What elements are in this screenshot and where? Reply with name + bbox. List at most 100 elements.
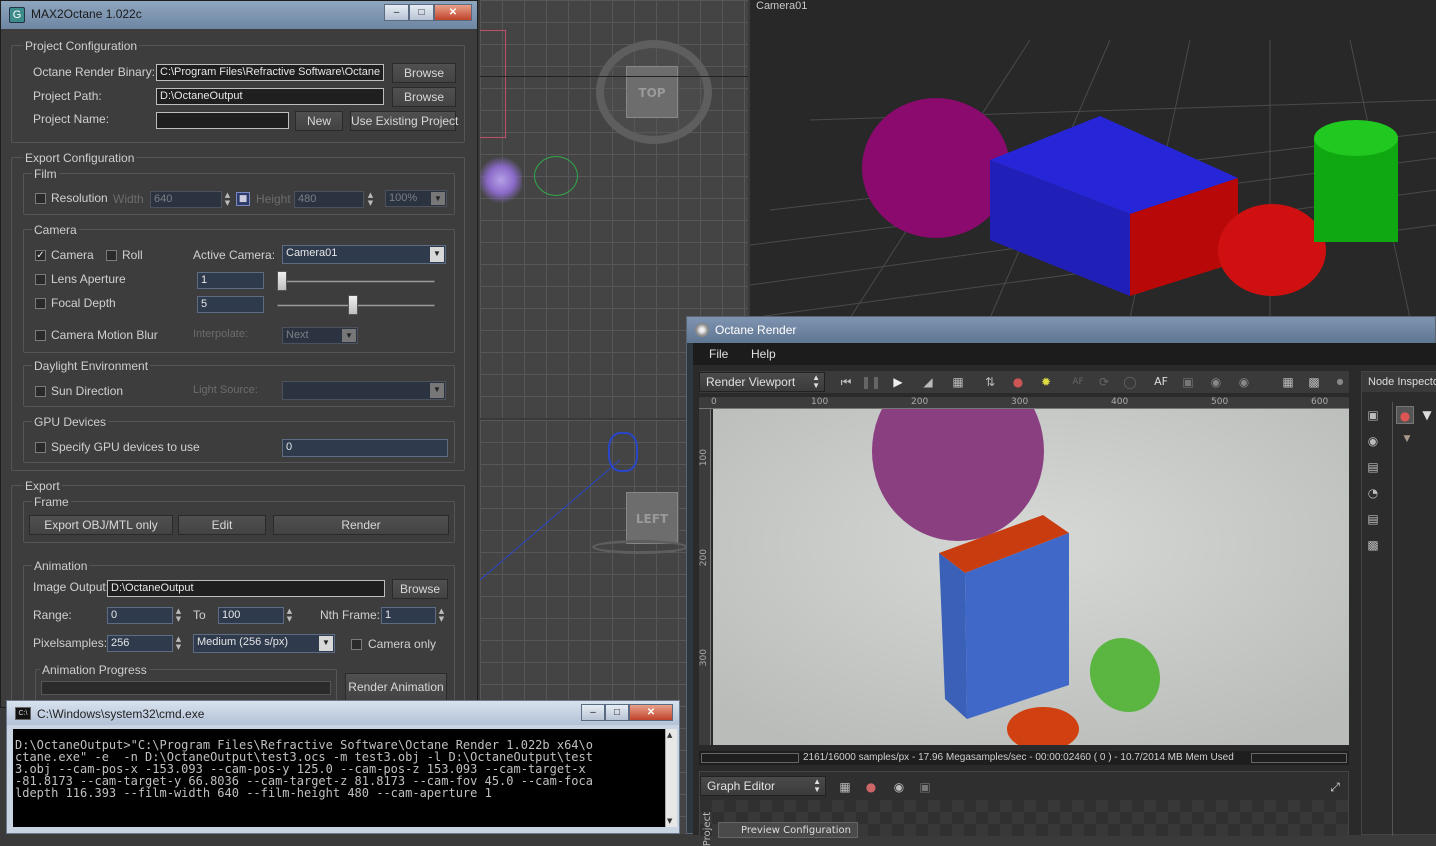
camera-target-circle[interactable] (534, 156, 578, 196)
cmd-scrollbar[interactable]: ▲ ▼ (665, 729, 677, 827)
material-icon[interactable]: ● (862, 778, 880, 796)
viewcube-top[interactable]: TOP (626, 66, 678, 118)
export-obj-button[interactable]: Export OBJ/MTL only (29, 515, 173, 535)
height-field[interactable]: 480 (294, 191, 364, 208)
pixelsamples-spinner[interactable]: ▲ ▼ (174, 635, 183, 652)
scroll-down-icon[interactable]: ▼ (667, 817, 672, 825)
range-to-spinner[interactable]: ▲ ▼ (285, 607, 294, 624)
node-icon[interactable]: ▣ (916, 778, 934, 796)
dot-icon[interactable]: ● (1331, 373, 1349, 391)
nth-frame-field[interactable]: 1 (381, 607, 436, 624)
save-graph-icon[interactable]: ▦ (836, 778, 854, 796)
cmd-titlebar[interactable]: C:\ C:\Windows\system32\cmd.exe – □ ✕ (7, 701, 679, 725)
motion-blur-checkbox[interactable] (35, 330, 46, 341)
sun-icon[interactable]: ✹ (1037, 373, 1055, 391)
new-project-button[interactable]: New (295, 111, 343, 131)
reset-icon[interactable]: ⟳ (1095, 373, 1113, 391)
expand-icon[interactable]: ⤢ (1326, 778, 1344, 796)
pause-icon[interactable]: ❚❚ (861, 373, 881, 391)
lock-icon[interactable]: ■ (236, 192, 250, 206)
grid-icon[interactable]: ▦ (1279, 373, 1297, 391)
minimize-button[interactable]: – (384, 4, 409, 21)
render-viewport[interactable] (713, 409, 1349, 745)
region-icon[interactable]: ▦ (949, 373, 967, 391)
light-gizmo[interactable] (480, 154, 522, 206)
percent-dropdown[interactable]: 100% ▼ (385, 190, 447, 207)
resolution-checkbox[interactable] (35, 193, 46, 204)
close-button[interactable]: ✕ (434, 4, 472, 21)
collapse-arrow-icon[interactable]: ▼ (1418, 406, 1436, 424)
render-button[interactable]: Render (273, 515, 449, 535)
cmd-close-button[interactable]: ✕ (629, 704, 673, 721)
film-icon[interactable]: ▤ (1364, 458, 1382, 476)
width-spinner[interactable]: ▲ ▼ (223, 191, 232, 208)
roll-checkbox[interactable] (106, 250, 117, 261)
pixelsamples-field[interactable]: 256 (107, 635, 173, 652)
camera-only-checkbox[interactable] (351, 639, 362, 650)
binary-browse-button[interactable]: Browse (392, 63, 456, 83)
maximize-button[interactable]: □ (409, 4, 434, 21)
quality-dropdown[interactable]: Medium (256 s/px) ▼ (193, 634, 335, 653)
rewind-icon[interactable]: ⏮ (837, 373, 855, 391)
interpolate-dropdown[interactable]: Next ▼ (282, 327, 358, 344)
octane-titlebar[interactable]: Octane Render (687, 317, 1435, 343)
cmd-minimize-button[interactable]: – (581, 704, 605, 721)
graph-editor-combo[interactable]: Graph Editor ▲ ▼ (700, 776, 826, 796)
range-from-spinner[interactable]: ▲ ▼ (174, 607, 183, 624)
cmd-output[interactable]: D:\OctaneOutput>"C:\Program Files\Refrac… (13, 729, 665, 827)
range-to-field[interactable]: 100 (218, 607, 284, 624)
max2octane-titlebar[interactable]: G MAX2Octane 1.022c – □ ✕ (1, 1, 477, 29)
perspective-viewport[interactable]: Camera01 (750, 0, 1436, 318)
active-node-icon[interactable]: ● (1396, 406, 1414, 424)
pick-focus-icon[interactable]: ⇅ (981, 373, 999, 391)
light-source-dropdown[interactable]: ▼ (282, 381, 446, 400)
render-animation-button[interactable]: Render Animation (345, 673, 447, 701)
image-output-field[interactable]: D:\OctaneOutput (107, 580, 385, 597)
project-tab[interactable]: Project (702, 812, 713, 846)
height-spinner[interactable]: ▲ ▼ (366, 191, 375, 208)
range-from-field[interactable]: 0 (107, 607, 173, 624)
preview-configuration-node[interactable]: Preview Configuration (718, 822, 858, 838)
autofocus-icon[interactable]: AF (1149, 373, 1173, 391)
gpu-devices-field[interactable]: 0 (282, 439, 448, 457)
gpu-checkbox[interactable] (35, 442, 46, 453)
render-viewport-combo[interactable]: Render Viewport ▲ ▼ (699, 372, 825, 392)
texture-icon[interactable]: ◉ (890, 778, 908, 796)
focal-depth-slider-thumb[interactable] (348, 295, 359, 315)
lens-aperture-checkbox[interactable] (35, 274, 46, 285)
use-existing-project-button[interactable]: Use Existing Project (350, 111, 458, 131)
autofocus-disabled-icon[interactable]: AF (1069, 373, 1087, 391)
camera-view-icon[interactable]: ▣ (1179, 373, 1197, 391)
globe-icon[interactable]: ◉ (1235, 373, 1253, 391)
sphere-icon[interactable]: ◉ (1207, 373, 1225, 391)
lens-aperture-slider-thumb[interactable] (277, 271, 287, 291)
environment-icon[interactable]: ◔ (1364, 484, 1382, 502)
path-field[interactable]: D:\OctaneOutput (156, 88, 384, 105)
camera-checkbox[interactable]: ✓ (35, 250, 46, 261)
camera-icon[interactable]: ◉ (1364, 432, 1382, 450)
lock-view-icon[interactable]: ◯ (1121, 373, 1139, 391)
checker-icon[interactable]: ▩ (1305, 373, 1323, 391)
scroll-up-icon[interactable]: ▲ (667, 731, 672, 739)
lens-aperture-slider-track[interactable] (277, 280, 435, 283)
active-camera-dropdown[interactable]: Camera01 ▼ (282, 245, 446, 264)
menu-help[interactable]: Help (751, 347, 776, 361)
binary-field[interactable]: C:\Program Files\Refractive Software\Oct… (156, 64, 384, 81)
menu-file[interactable]: File (709, 347, 728, 361)
image-output-browse-button[interactable]: Browse (392, 579, 448, 599)
cmd-maximize-button[interactable]: □ (605, 704, 629, 721)
lens-aperture-field[interactable]: 1 (197, 272, 264, 289)
sun-direction-checkbox[interactable] (35, 386, 46, 397)
pick-material-icon[interactable]: ● (1009, 373, 1027, 391)
ruler-icon[interactable]: ◢ (919, 373, 937, 391)
play-icon[interactable]: ▶ (889, 373, 907, 391)
path-browse-button[interactable]: Browse (392, 87, 456, 107)
focal-depth-field[interactable]: 5 (197, 296, 264, 313)
nth-frame-spinner[interactable]: ▲ ▼ (437, 607, 446, 624)
kernel-icon[interactable]: ▩ (1364, 536, 1382, 554)
focal-depth-checkbox[interactable] (35, 298, 46, 309)
picture-icon[interactable]: ▤ (1364, 510, 1382, 528)
name-field[interactable] (156, 112, 289, 129)
width-field[interactable]: 640 (150, 191, 222, 208)
edit-button[interactable]: Edit (178, 515, 266, 535)
